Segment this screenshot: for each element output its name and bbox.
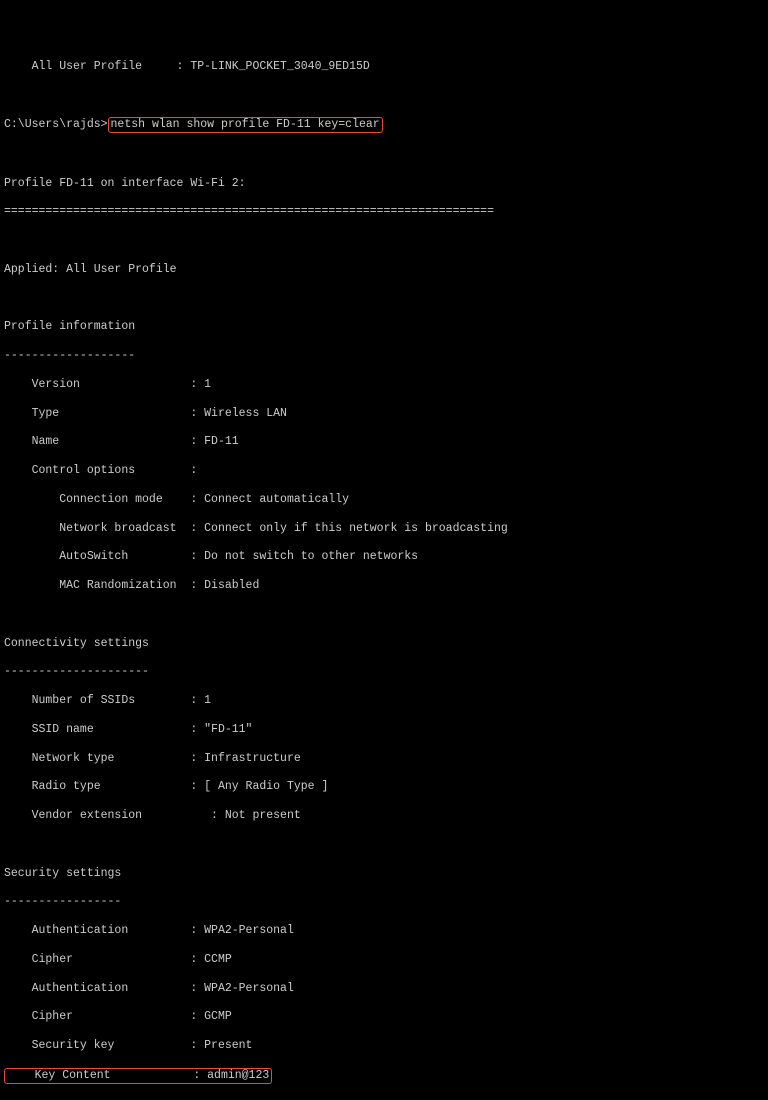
key-content-row: Key Content : admin@123 bbox=[4, 1068, 764, 1084]
info-row: Control options : bbox=[4, 464, 764, 478]
info-row: Network broadcast : Connect only if this… bbox=[4, 522, 764, 536]
key-content-value: admin@123 bbox=[207, 1069, 269, 1082]
equals-divider: ========================================… bbox=[4, 205, 764, 219]
info-row: Version : 1 bbox=[4, 378, 764, 392]
conn-row: Vendor extension : Not present bbox=[4, 809, 764, 823]
blank-line bbox=[4, 292, 764, 306]
profile-header: Profile FD-11 on interface Wi-Fi 2: bbox=[4, 177, 764, 191]
command-line: C:\Users\rajds>netsh wlan show profile F… bbox=[4, 117, 764, 133]
key-content-highlight: Key Content : admin@123 bbox=[4, 1068, 272, 1084]
section-dashes: --------------------- bbox=[4, 665, 764, 679]
security-title: Security settings bbox=[4, 867, 764, 881]
sec-row: Authentication : WPA2-Personal bbox=[4, 982, 764, 996]
blank-line bbox=[4, 1099, 764, 1100]
prev-profile-line: All User Profile : TP-LINK_POCKET_3040_9… bbox=[4, 60, 764, 74]
info-row: Connection mode : Connect automatically bbox=[4, 493, 764, 507]
profile-info-title: Profile information bbox=[4, 320, 764, 334]
section-dashes: ------------------- bbox=[4, 349, 764, 363]
conn-row: Radio type : [ Any Radio Type ] bbox=[4, 780, 764, 794]
conn-row: Network type : Infrastructure bbox=[4, 752, 764, 766]
info-row: Name : FD-11 bbox=[4, 435, 764, 449]
command-highlight: netsh wlan show profile FD-11 key=clear bbox=[108, 117, 383, 133]
blank-line bbox=[4, 838, 764, 852]
blank-line bbox=[4, 234, 764, 248]
connectivity-title: Connectivity settings bbox=[4, 637, 764, 651]
info-row: MAC Randomization : Disabled bbox=[4, 579, 764, 593]
blank-line bbox=[4, 88, 764, 102]
blank-line bbox=[4, 148, 764, 162]
section-dashes: ----------------- bbox=[4, 895, 764, 909]
conn-row: Number of SSIDs : 1 bbox=[4, 694, 764, 708]
blank-line bbox=[4, 608, 764, 622]
applied-line: Applied: All User Profile bbox=[4, 263, 764, 277]
sec-row: Security key : Present bbox=[4, 1039, 764, 1053]
sec-row: Cipher : GCMP bbox=[4, 1010, 764, 1024]
sec-row: Cipher : CCMP bbox=[4, 953, 764, 967]
info-row: Type : Wireless LAN bbox=[4, 407, 764, 421]
info-row: AutoSwitch : Do not switch to other netw… bbox=[4, 550, 764, 564]
prompt: C:\Users\rajds> bbox=[4, 118, 108, 131]
command-text[interactable]: netsh wlan show profile FD-11 key=clear bbox=[111, 118, 380, 131]
sec-row: Authentication : WPA2-Personal bbox=[4, 924, 764, 938]
conn-row: SSID name : "FD-11" bbox=[4, 723, 764, 737]
